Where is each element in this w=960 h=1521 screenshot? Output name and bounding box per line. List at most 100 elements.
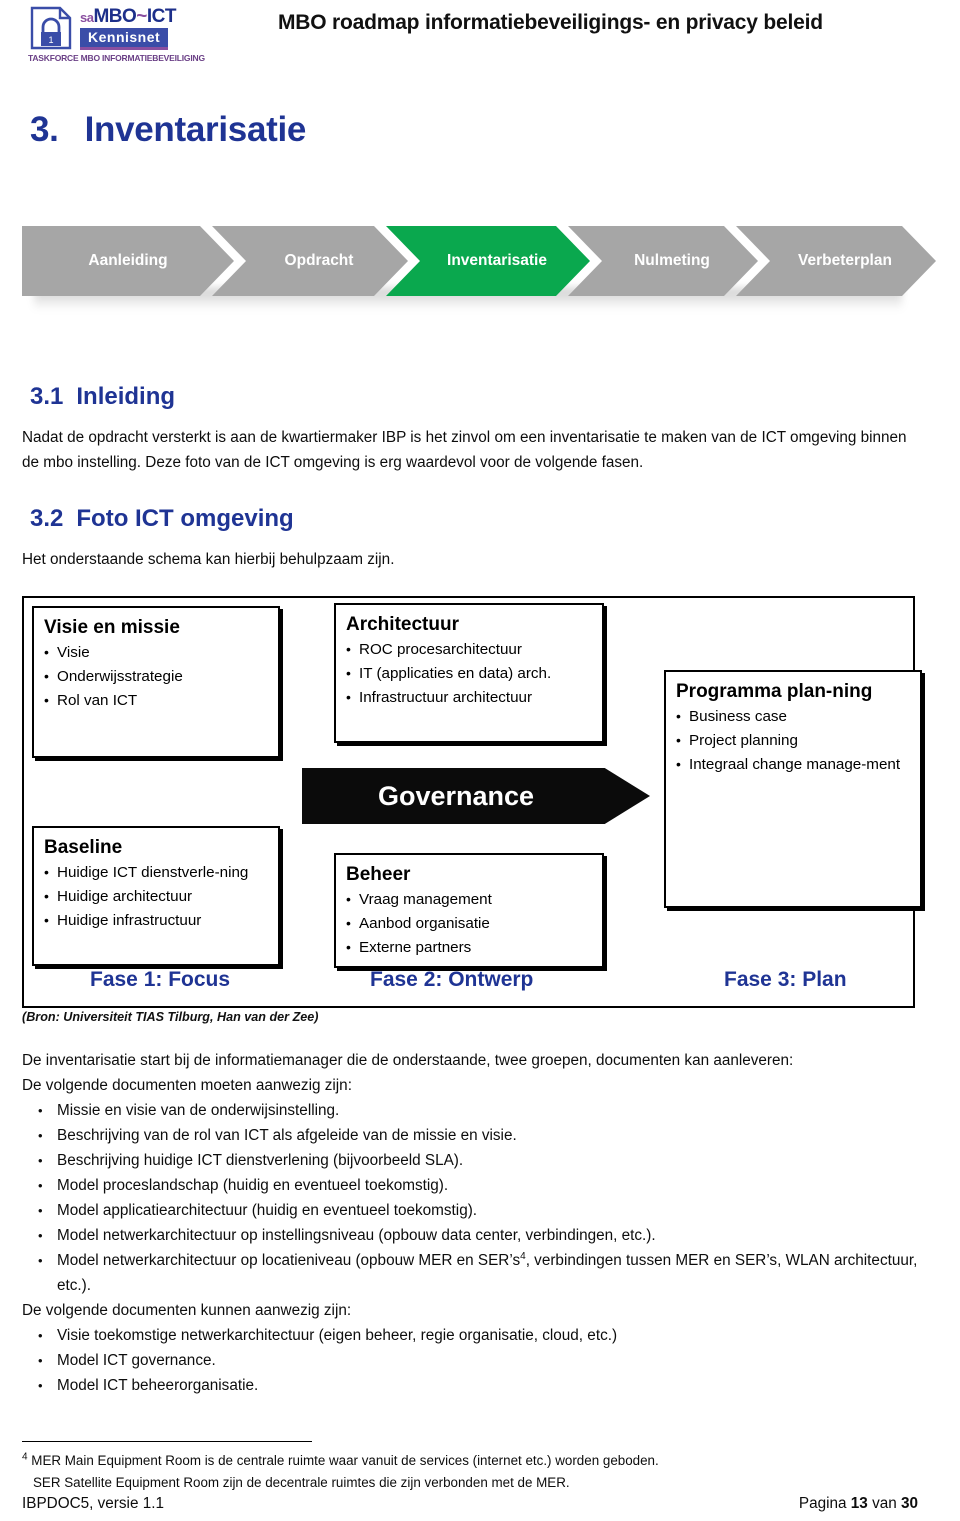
document-title: MBO roadmap informatiebeveiligings- en p… [278,11,823,34]
process-step-label: Nulmeting [634,252,710,269]
schema-box-baseline: Baseline Huidige ICT dienstverle-ning Hu… [32,826,280,966]
schema-box-list: ROC procesarchitectuur IT (applicaties e… [346,637,592,710]
list-item: Huidige infrastructuur [44,908,268,933]
schema-box-beheer: Beheer Vraag management Aanbod organisat… [334,853,604,968]
schema-box-list: Vraag management Aanbod organisatie Exte… [346,887,592,960]
footnote-marker: 4 [22,1451,28,1463]
footnote-block: 4 MER Main Equipment Room is de centrale… [22,1450,918,1494]
section-number: 3.1 [30,383,64,410]
list-item: Huidige architectuur [44,884,268,909]
list-item: Model ICT beheerorganisatie. [22,1373,918,1398]
schema-box-title: Beheer [346,864,411,885]
list-item: Model netwerkarchitectuur op instellings… [22,1223,918,1248]
schema-box-architectuur: Architectuur ROC procesarchitectuur IT (… [334,603,604,743]
logo-mbo-text: MBO [93,6,137,27]
schema-box-programma-planning: Programma plan-ning Business case Projec… [664,670,922,908]
logo-tilde-text: ~ [136,6,147,27]
list-item: Beschrijving huidige ICT dienstverlening… [22,1148,918,1173]
must-documents-list: Missie en visie van de onderwijsinstelli… [22,1098,918,1298]
footnote-separator [22,1441,312,1442]
footnote-line-2: SER Satellite Equipment Room zijn de dec… [33,1475,570,1490]
list-item: Model ICT governance. [22,1348,918,1373]
list-item: Aanbod organisatie [346,911,592,936]
section-title: Foto ICT omgeving [76,505,294,532]
prose-may-header: De volgende documenten kunnen aanwezig z… [22,1302,352,1319]
list-item: Beschrijving van de rol van ICT als afge… [22,1123,918,1148]
list-item: Vraag management [346,887,592,912]
list-item: Project planning [676,728,910,753]
schema-fase-row: Fase 1: Focus Fase 2: Ontwerp Fase 3: Pl… [24,968,913,1004]
footnote-line-1: 4 MER Main Equipment Room is de centrale… [22,1450,918,1472]
list-item: Infrastructuur architectuur [346,685,592,710]
section-heading-3-1: 3.1 Inleiding [30,383,175,411]
footer-page-word: Pagina [798,1495,847,1512]
chapter-number: 3. [30,110,59,149]
section-3-1-body: Nadat de opdracht versterkt is aan de kw… [22,429,907,471]
schema-governance-label: Governance [377,780,535,811]
list-item: Visie [44,640,268,665]
schema-fase-2: Fase 2: Ontwerp [370,968,534,991]
list-item: Integraal change manage-ment [676,752,910,777]
schema-box-title: Programma plan-ning [676,681,873,702]
prose-must-header: De volgende documenten moeten aanwezig z… [22,1077,352,1094]
may-documents-list: Visie toekomstige netwerkarchitectuur (e… [22,1323,918,1398]
process-step-label: Opdracht [284,252,354,269]
schema-box-list: Visie Onderwijsstrategie Rol van ICT [44,640,268,713]
schema-box-list: Huidige ICT dienstverle-ning Huidige arc… [44,860,268,933]
logo-ict-text: ICT [146,6,177,27]
process-step-opdracht[interactable]: Opdracht [212,226,408,296]
section-title: Inleiding [76,383,176,410]
process-step-label: Inventarisatie [447,252,547,269]
schema-box-title: Architectuur [346,614,459,635]
prose-intro: De inventarisatie start bij de informati… [22,1052,794,1069]
process-step-aanleiding[interactable]: Aanleiding [22,226,234,296]
schema-box-list: Business case Project planning Integraal… [676,704,910,777]
process-step-nulmeting[interactable]: Nulmeting [568,226,758,296]
footer-page-total: 30 [900,1495,918,1512]
footer-page-number: 13 [850,1495,868,1512]
chapter-heading: 3. Inventarisatie [30,110,306,150]
chapter-title: Inventarisatie [84,110,307,149]
organisation-logo: 1 saMBO~ICT Kennisnet TASKFORCE MBO INFO… [26,4,206,66]
section-3-2-body: Het onderstaande schema kan hierbij behu… [22,551,395,568]
inventarisatie-prose: De inventarisatie start bij de informati… [22,1048,918,1398]
process-step-label: Verbeterplan [798,252,892,269]
list-item: Model proceslandschap (huidig en eventue… [22,1173,918,1198]
logo-sa-text: sa [80,10,94,25]
list-item: Model applicatiearchitectuur (huidig en … [22,1198,918,1223]
logo-taskforce-text: TASKFORCE MBO INFORMATIEBEVEILIGING [28,53,205,63]
schema-source-attribution: (Bron: Universiteit TIAS Tilburg, Han va… [22,1010,319,1024]
process-step-verbeterplan[interactable]: Verbeterplan [736,226,936,296]
list-item: Huidige ICT dienstverle-ning [44,860,268,885]
list-item: IT (applicaties en data) arch. [346,661,592,686]
list-item: Rol van ICT [44,688,268,713]
schema-box-visie-en-missie: Visie en missie Visie Onderwijsstrategie… [32,606,280,758]
footer-of-word: van [872,1495,897,1512]
process-bar: Aanleiding Opdracht Inventarisatie Nulme… [22,226,912,296]
logo-wordmark: saMBO~ICT [80,6,177,27]
list-item: Visie toekomstige netwerkarchitectuur (e… [22,1323,918,1348]
svg-text:1: 1 [48,35,53,45]
section-heading-3-2: 3.2 Foto ICT omgeving [30,505,294,533]
list-item-with-footnote: Model netwerkarchitectuur op locatienive… [22,1248,918,1298]
section-number: 3.2 [30,505,64,532]
ict-environment-schema: Visie en missie Visie Onderwijsstrategie… [22,596,922,1008]
schema-fase-1: Fase 1: Focus [90,968,231,991]
process-step-label: Aanleiding [88,252,168,269]
schema-box-title: Visie en missie [44,617,180,638]
list-item: Missie en visie van de onderwijsinstelli… [22,1098,918,1123]
logo-kennisnet-badge: Kennisnet [80,28,169,50]
list-item: Onderwijsstrategie [44,664,268,689]
list-item: ROC procesarchitectuur [346,637,592,662]
locked-document-icon: 1 [30,6,72,50]
process-step-inventarisatie[interactable]: Inventarisatie [386,226,590,296]
footer-pagination: Pagina 13 van 30 [799,1495,918,1513]
schema-fase-3: Fase 3: Plan [724,968,847,991]
footnote-text-1: MER Main Equipment Room is de centrale r… [31,1453,659,1468]
schema-governance-arrow: Governance [302,768,650,824]
page-header: 1 saMBO~ICT Kennisnet TASKFORCE MBO INFO… [0,0,960,72]
list-item-text-a: Model netwerkarchitectuur op locatienive… [57,1252,521,1269]
footer-document-id: IBPDOC5, versie 1.1 [22,1495,164,1512]
list-item: Business case [676,704,910,729]
list-item: Externe partners [346,935,592,960]
